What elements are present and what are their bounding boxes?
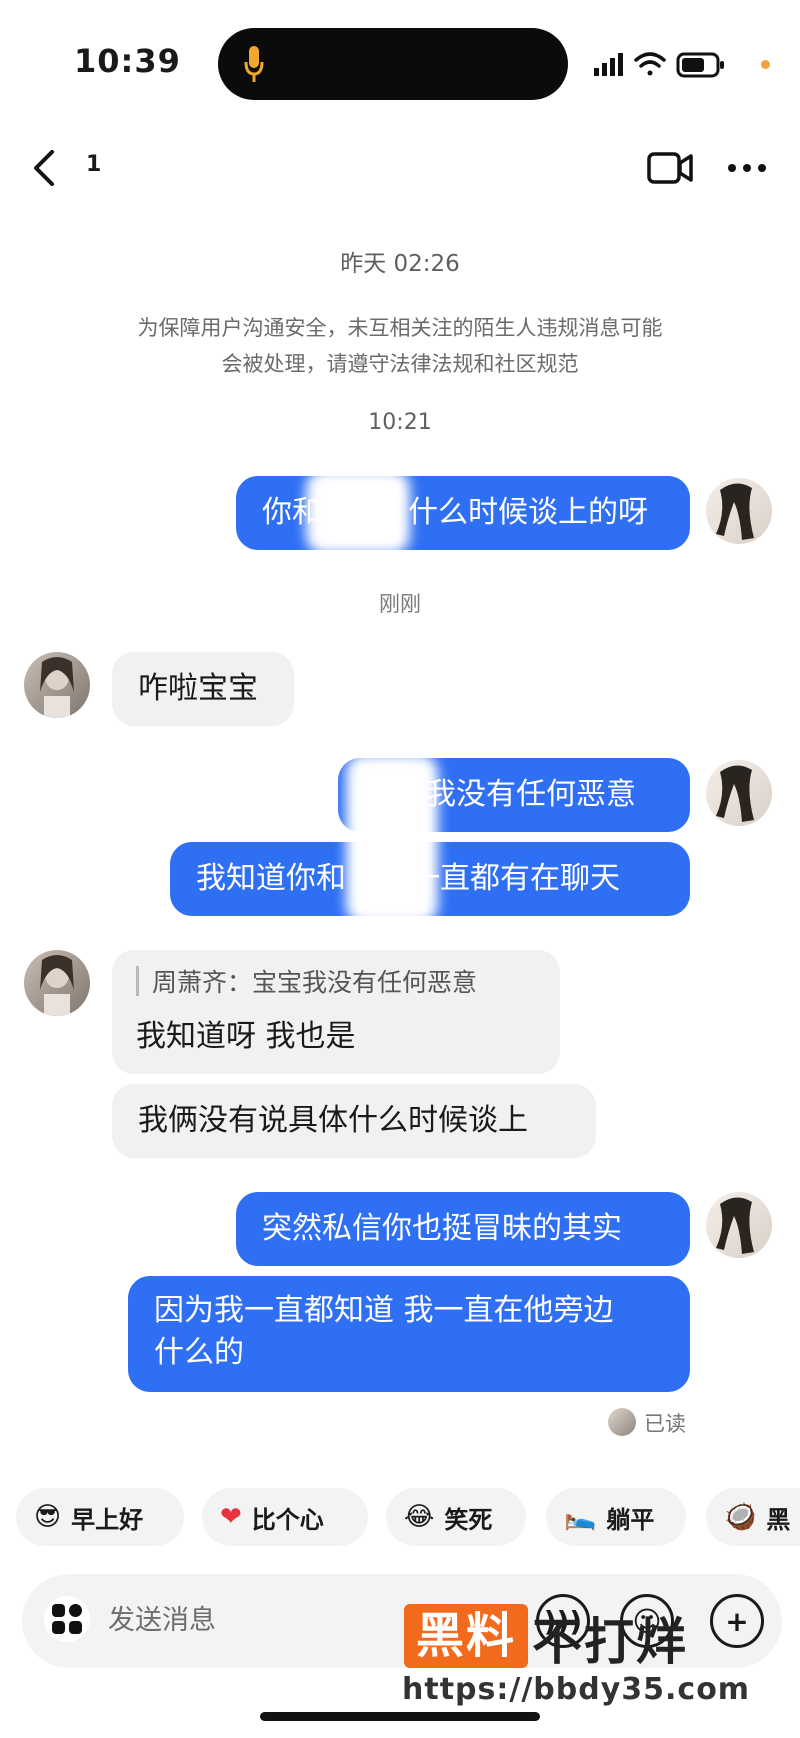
emoji-icon: 🥥 xyxy=(724,1502,757,1532)
safety-notice-line: 会被处理，请遵守法律法规和社区规范 xyxy=(221,352,579,376)
message-text: 什么时候谈上的呀 xyxy=(408,495,648,530)
message-text: 我知道你和 xyxy=(196,861,346,896)
signal-icon xyxy=(594,53,623,76)
chip-label: 躺平 xyxy=(606,1505,655,1534)
message-text: 因为我一直都知道 我一直在他旁边 xyxy=(154,1293,614,1328)
timestamp: 昨天 02:26 xyxy=(340,251,460,277)
message-input[interactable]: 发送消息 xyxy=(108,1598,216,1637)
chip-label: 比个心 xyxy=(251,1505,324,1534)
quick-reply-chip[interactable]: 🥥 黑 xyxy=(706,1488,800,1546)
chip-label: 黑 xyxy=(766,1505,791,1534)
quick-reply-chip[interactable]: 😂 笑死 xyxy=(386,1488,526,1546)
safety-notice: 为保障用户沟通安全，未互相关注的陌生人违规消息可能 会被处理，请遵守法律法规和社… xyxy=(0,310,800,382)
contact-avatar[interactable] xyxy=(24,652,90,718)
quote-bar xyxy=(136,966,139,996)
home-indicator[interactable] xyxy=(260,1712,540,1721)
outgoing-message[interactable]: 突然私信你也挺冒昧的其实 xyxy=(236,1192,690,1266)
outgoing-message[interactable]: 因为我一直都知道 我一直在他旁边 什么的 xyxy=(128,1276,690,1392)
watermark-text: 不打烊 xyxy=(532,1613,688,1671)
my-avatar[interactable] xyxy=(706,1192,772,1258)
incoming-message[interactable]: 我俩没有说具体什么时候谈上 xyxy=(112,1084,596,1158)
unread-count[interactable]: 1 xyxy=(86,152,101,177)
quick-reply-chip[interactable]: 😎 早上好 xyxy=(16,1488,184,1546)
heart-emoji-icon: ❤ xyxy=(220,1502,242,1532)
watermark-url: https://bbdy35.com xyxy=(402,1672,751,1707)
watermark-badge: 黑料 xyxy=(404,1604,528,1668)
incoming-reply-message[interactable]: 周萧齐：宝宝我没有任何恶意 我知道呀 我也是 xyxy=(112,950,560,1074)
status-icons xyxy=(594,52,724,78)
back-arrow-icon[interactable] xyxy=(30,148,60,188)
message-text: 我知道呀 我也是 xyxy=(136,1019,356,1054)
privacy-indicator-dot xyxy=(761,60,770,69)
video-call-icon[interactable] xyxy=(646,148,694,188)
privacy-blur xyxy=(346,754,438,924)
wifi-icon xyxy=(634,52,666,76)
timestamp: 10:21 xyxy=(368,410,432,435)
lie-flat-emoji-icon: 🛌 xyxy=(564,1502,597,1532)
outgoing-message[interactable]: 你和 什么时候谈上的呀 xyxy=(236,476,690,550)
quoted-message: 周萧齐：宝宝我没有任何恶意 xyxy=(152,962,477,1004)
chip-label: 早上好 xyxy=(71,1505,144,1534)
safety-notice-line: 为保障用户沟通安全，未互相关注的陌生人违规消息可能 xyxy=(137,316,663,340)
quoted-text: 宝宝我没有任何恶意 xyxy=(252,968,478,997)
microphone-icon xyxy=(244,46,264,82)
read-receipt-avatar xyxy=(608,1408,636,1436)
dynamic-island xyxy=(218,28,568,100)
quick-reply-chip[interactable]: ❤ 比个心 xyxy=(202,1488,368,1546)
chip-label: 笑死 xyxy=(444,1505,493,1534)
sunglasses-emoji-icon: 😎 xyxy=(34,1502,62,1532)
privacy-blur xyxy=(306,470,410,554)
message-text: 一直都有在聊天 xyxy=(410,861,620,896)
message-text: 什么的 xyxy=(154,1335,244,1370)
timestamp: 刚刚 xyxy=(379,592,421,616)
read-status: 已读 xyxy=(644,1412,686,1436)
more-options-icon[interactable] xyxy=(726,162,768,174)
laugh-emoji-icon: 😂 xyxy=(404,1502,435,1532)
apps-grid-icon[interactable] xyxy=(44,1596,90,1642)
battery-icon xyxy=(676,52,724,78)
quick-reply-chip[interactable]: 🛌 躺平 xyxy=(546,1488,686,1546)
contact-avatar[interactable] xyxy=(24,950,90,1016)
my-avatar[interactable] xyxy=(706,760,772,826)
status-time: 10:39 xyxy=(74,42,181,80)
incoming-message[interactable]: 咋啦宝宝 xyxy=(112,652,294,726)
my-avatar[interactable] xyxy=(706,478,772,544)
quoted-sender: 周萧齐： xyxy=(152,968,253,997)
add-icon[interactable]: + xyxy=(710,1594,764,1648)
